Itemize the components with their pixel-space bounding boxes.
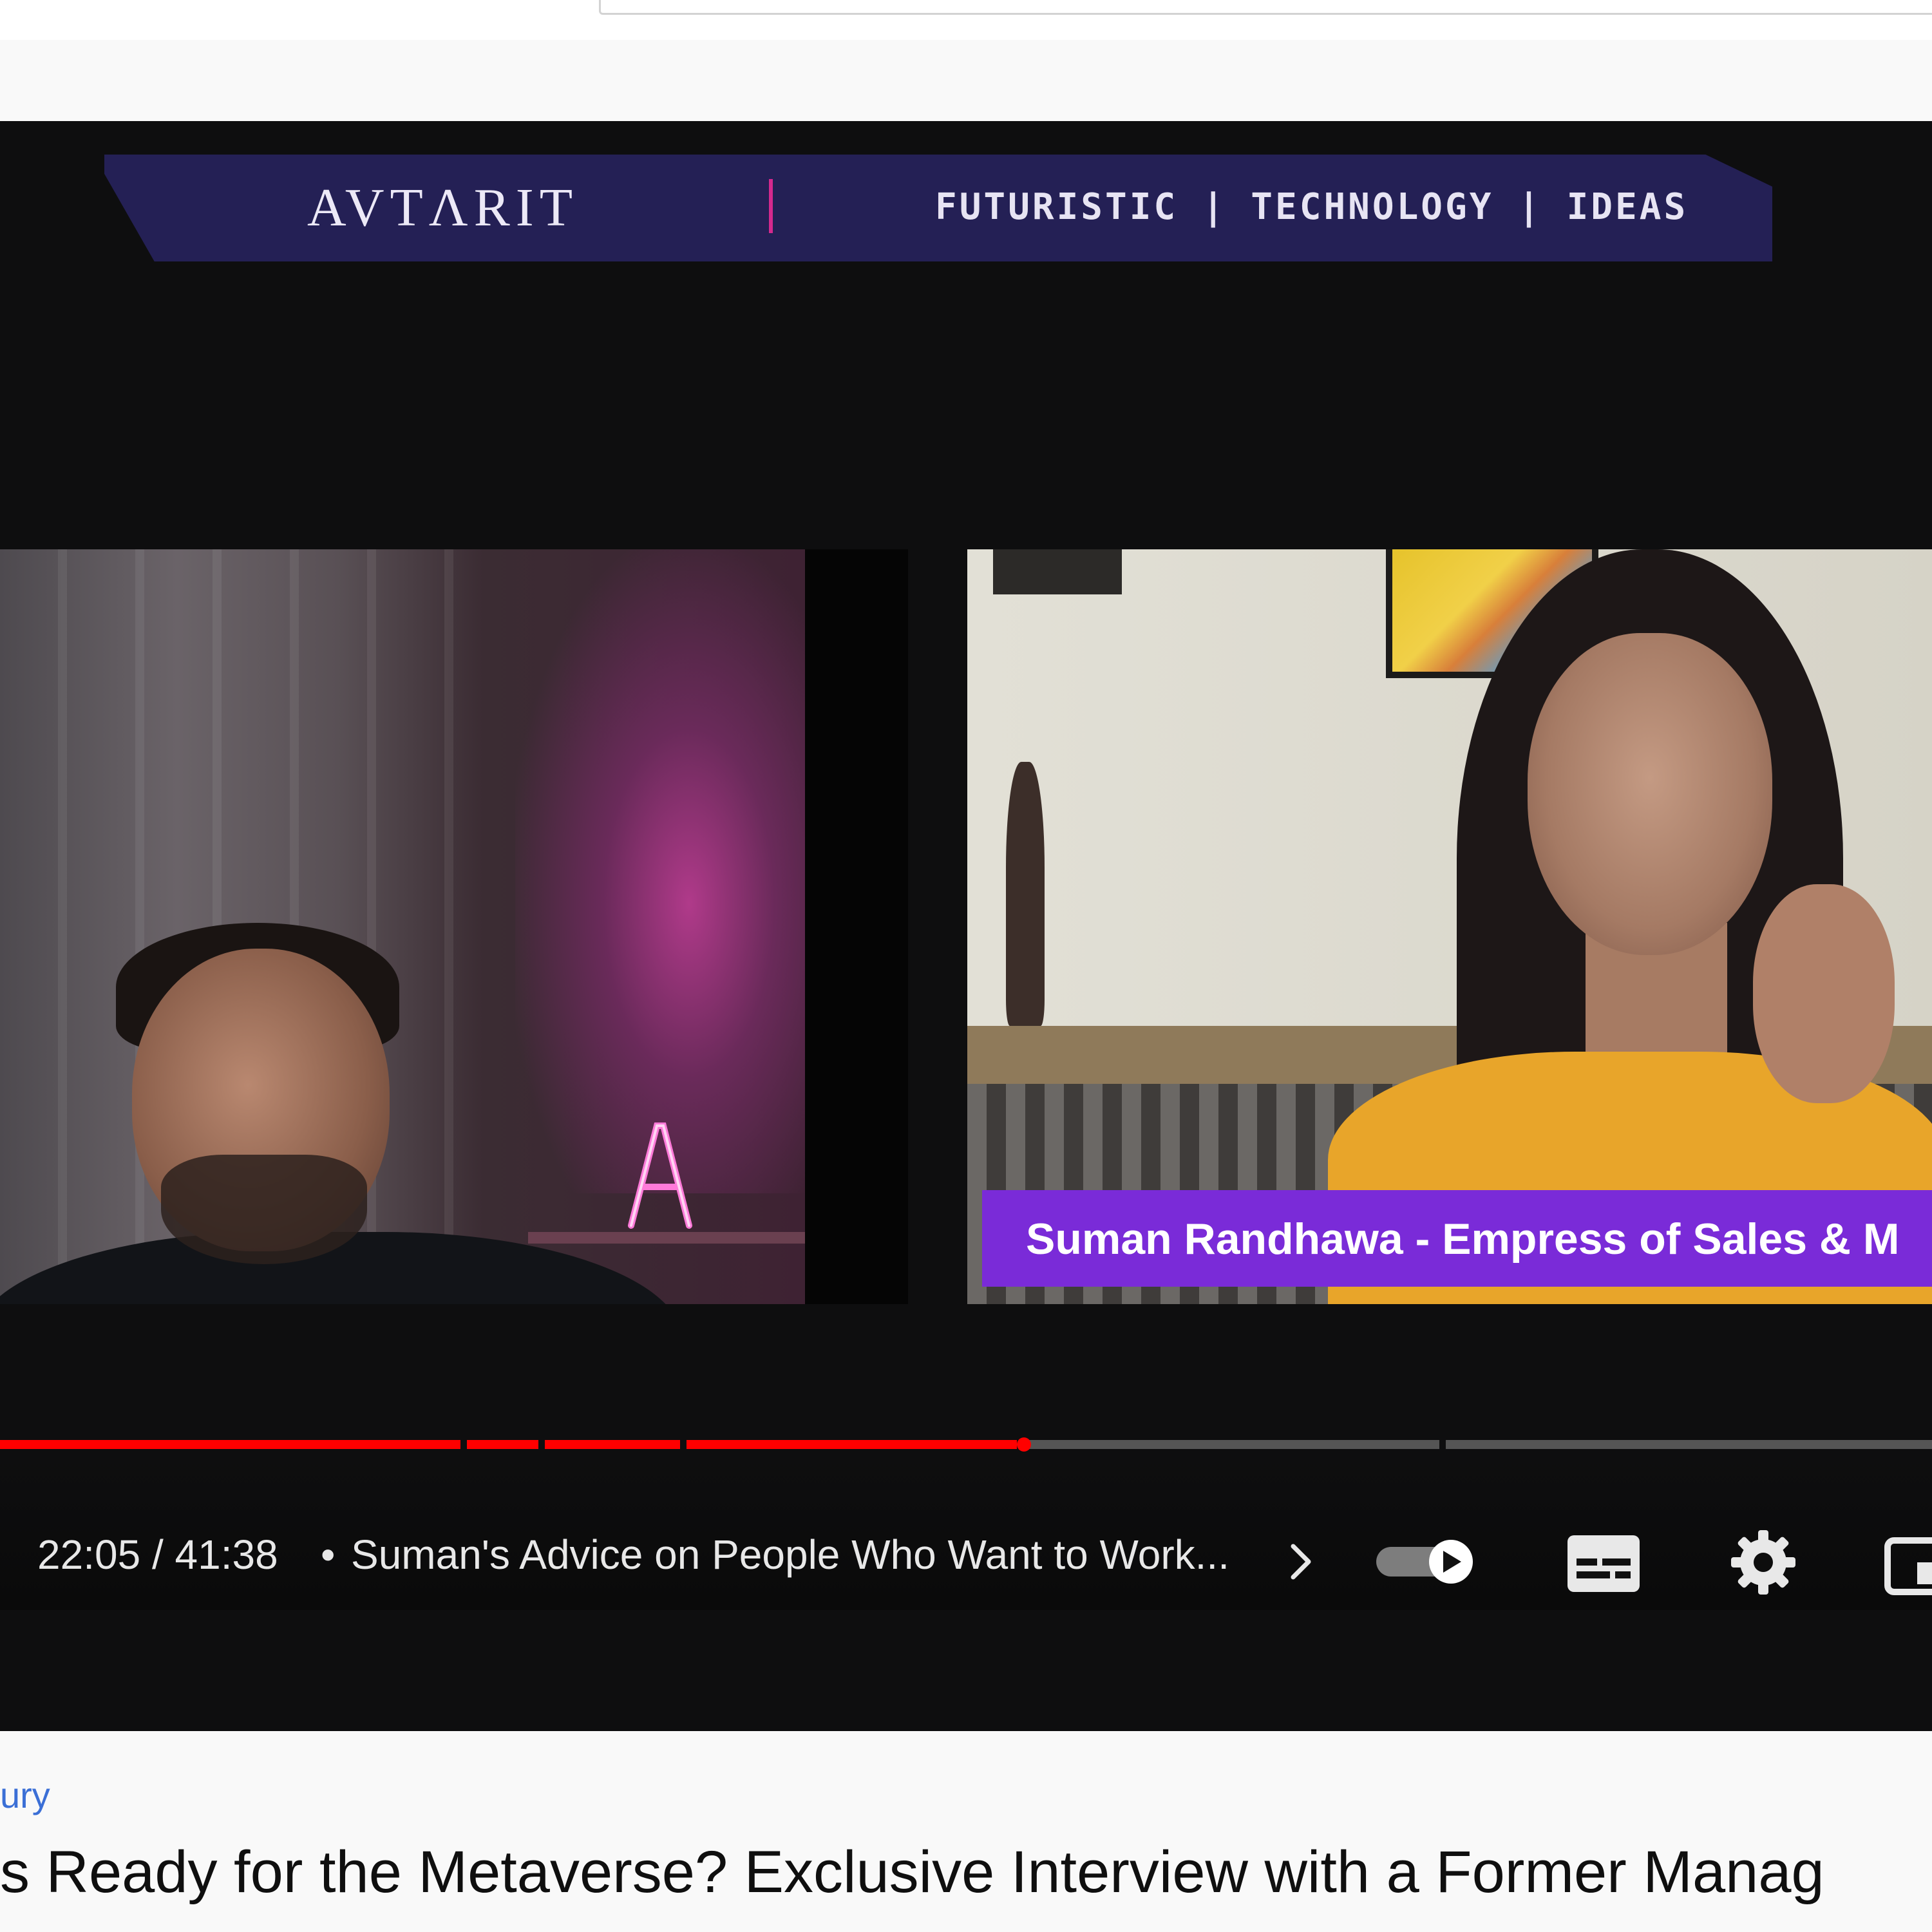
guest-face [1528,633,1772,955]
progress-scrubber[interactable] [1017,1437,1031,1452]
miniplayer-icon[interactable] [1884,1535,1932,1597]
brand-banner: AVTΛRIT FUTURISTIC | TECHNOLOGY | IDEAS [104,155,1772,261]
autoplay-toggle[interactable] [1375,1539,1491,1584]
host-shelf [528,1232,805,1244]
neon-glow-wall [515,549,805,1193]
name-tag-text: Suman Randhawa - Empress of Sales & M [1026,1215,1900,1264]
host-video-tile [0,549,805,1304]
progress-bar[interactable] [0,1440,1932,1449]
progress-unplayed-segment [1024,1440,1439,1449]
progress-played-segment [467,1440,538,1449]
progress-unplayed-segment [1445,1440,1932,1449]
time-separator: / [151,1531,164,1578]
vase [1006,762,1045,1026]
time-display: 22:05 / 41:38 [37,1529,278,1580]
browser-top-strip [0,0,1932,40]
settings-icon[interactable] [1730,1529,1797,1596]
progress-played-segment [0,1440,461,1449]
captions-icon[interactable] [1565,1533,1642,1595]
guest-hand [1753,884,1895,1103]
banner-divider [769,179,773,233]
chevron-right-icon[interactable] [1288,1542,1314,1581]
player-controls: 22:05 / 41:38 • Suman's Advice on People… [0,1455,1932,1610]
chapter-bullet: • [321,1531,336,1578]
video-title: s Ready for the Metaverse? Exclusive Int… [0,1839,1824,1905]
page-gap [0,40,1932,121]
curtain-fold [58,549,67,1304]
curtain-fold [135,549,144,1304]
curtain-fold [444,549,453,1304]
progress-played-segment [544,1440,681,1449]
brand-logo: AVTΛRIT [307,178,579,238]
wall-frame [993,549,1122,594]
channel-link[interactable]: ury [0,1773,50,1818]
current-time: 22:05 [37,1531,141,1578]
name-lower-third: Suman Randhawa - Empress of Sales & M [982,1190,1932,1287]
banner-tagline: FUTURISTIC | TECHNOLOGY | IDEAS [935,186,1689,228]
progress-played-segment [687,1440,1018,1449]
neon-a-sign-icon [628,1122,692,1229]
duration: 41:38 [175,1531,278,1578]
tile-divider [805,549,908,1304]
host-beard [161,1155,367,1264]
search-box[interactable] [599,0,1932,15]
chapter-title[interactable]: Suman's Advice on People Who Want to Wor… [351,1529,1229,1580]
